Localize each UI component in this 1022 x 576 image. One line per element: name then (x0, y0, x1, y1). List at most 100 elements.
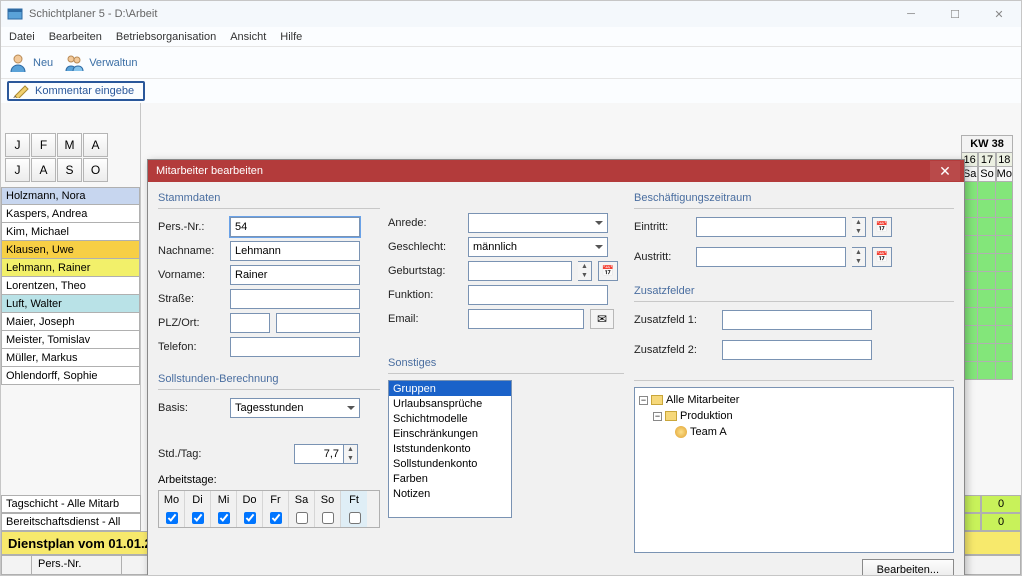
employee-row[interactable]: Lorentzen, Theo (1, 277, 140, 295)
day-checkbox[interactable] (270, 512, 282, 524)
list-item[interactable]: Notizen (389, 486, 511, 501)
tree-root[interactable]: Alle Mitarbeiter (666, 394, 739, 406)
maximize-button[interactable]: ☐ (933, 1, 977, 27)
menu-ansicht[interactable]: Ansicht (230, 31, 266, 43)
employee-row[interactable]: Maier, Joseph (1, 313, 140, 331)
month-m1[interactable]: M (57, 133, 82, 157)
menu-datei[interactable]: Datei (9, 31, 35, 43)
day-checkbox[interactable] (296, 512, 308, 524)
list-item[interactable]: Einschränkungen (389, 426, 511, 441)
day-checkbox[interactable] (322, 512, 334, 524)
email-input[interactable] (468, 309, 584, 329)
calendar-icon[interactable]: 📅 (872, 217, 892, 237)
plan-cell[interactable] (996, 236, 1013, 254)
dialog-close-button[interactable]: ✕ (930, 161, 960, 181)
month-a2[interactable]: A (31, 158, 56, 182)
eintritt-input[interactable] (696, 217, 846, 237)
day-checkbox[interactable] (349, 512, 361, 524)
plan-cell[interactable] (996, 254, 1013, 272)
austritt-spinner[interactable]: ▲▼ (852, 247, 866, 267)
month-s[interactable]: S (57, 158, 82, 182)
plan-cell[interactable] (996, 182, 1013, 200)
employee-row[interactable]: Kim, Michael (1, 223, 140, 241)
plan-cell[interactable] (996, 218, 1013, 236)
plan-cell[interactable] (978, 290, 995, 308)
plan-cell[interactable] (978, 326, 995, 344)
geburtstag-spinner[interactable]: ▲▼ (578, 261, 592, 281)
close-button[interactable]: ✕ (977, 1, 1021, 27)
telefon-input[interactable] (230, 337, 360, 357)
list-item[interactable]: Schichtmodelle (389, 411, 511, 426)
nachname-input[interactable] (230, 241, 360, 261)
month-o[interactable]: O (83, 158, 108, 182)
vorname-input[interactable] (230, 265, 360, 285)
basis-select[interactable]: Tagesstunden (230, 398, 360, 418)
manage-button[interactable]: Verwaltun (63, 52, 137, 74)
plan-cell[interactable] (996, 362, 1013, 380)
plan-cell[interactable] (996, 290, 1013, 308)
sonstiges-listbox[interactable]: GruppenUrlaubsansprücheSchichtmodelleEin… (388, 380, 512, 518)
tree-toggle-icon[interactable]: − (653, 412, 662, 421)
minimize-button[interactable]: ─ (889, 1, 933, 27)
plan-cell[interactable] (996, 308, 1013, 326)
plan-cell[interactable] (978, 272, 995, 290)
employee-row[interactable]: Klausen, Uwe (1, 241, 140, 259)
day-checkbox[interactable] (218, 512, 230, 524)
strasse-input[interactable] (230, 289, 360, 309)
plan-cell[interactable] (996, 344, 1013, 362)
day-checkbox[interactable] (166, 512, 178, 524)
plan-cell[interactable] (978, 362, 995, 380)
persnr-input[interactable] (230, 217, 360, 237)
employee-row[interactable]: Holzmann, Nora (1, 187, 140, 205)
plan-cell[interactable] (978, 218, 995, 236)
stdtag-spinner[interactable]: ▲▼ (344, 444, 358, 464)
employee-row[interactable]: Meister, Tomislav (1, 331, 140, 349)
eintritt-spinner[interactable]: ▲▼ (852, 217, 866, 237)
month-j2[interactable]: J (5, 158, 30, 182)
plz-input[interactable] (230, 313, 270, 333)
menu-betriebsorganisation[interactable]: Betriebsorganisation (116, 31, 216, 43)
employee-row[interactable]: Kaspers, Andrea (1, 205, 140, 223)
list-item[interactable]: Iststundenkonto (389, 441, 511, 456)
geburtstag-input[interactable] (468, 261, 572, 281)
tree-child[interactable]: Produktion (680, 410, 733, 422)
plan-cell[interactable] (996, 272, 1013, 290)
day-checkbox[interactable] (244, 512, 256, 524)
new-button[interactable]: Neu (7, 52, 53, 74)
schedule-row-2[interactable]: Bereitschaftsdienst - All (1, 513, 141, 531)
plan-cell[interactable] (978, 308, 995, 326)
menu-bearbeiten[interactable]: Bearbeiten (49, 31, 102, 43)
employee-row[interactable]: Lehmann, Rainer (1, 259, 140, 277)
month-f[interactable]: F (31, 133, 56, 157)
anrede-select[interactable] (468, 213, 608, 233)
plan-cell[interactable] (978, 182, 995, 200)
ort-input[interactable] (276, 313, 360, 333)
plan-cell[interactable] (978, 236, 995, 254)
tree-toggle-icon[interactable]: − (639, 396, 648, 405)
employee-row[interactable]: Ohlendorff, Sophie (1, 367, 140, 385)
austritt-input[interactable] (696, 247, 846, 267)
plan-cell[interactable] (978, 254, 995, 272)
edit-button[interactable]: Bearbeiten... (862, 559, 954, 575)
list-item[interactable]: Sollstundenkonto (389, 456, 511, 471)
groups-tree[interactable]: −Alle Mitarbeiter −Produktion Team A (634, 387, 954, 553)
schedule-row-1[interactable]: Tagschicht - Alle Mitarb (1, 495, 141, 513)
plan-cell[interactable] (996, 200, 1013, 218)
employee-row[interactable]: Müller, Markus (1, 349, 140, 367)
tree-leaf[interactable]: Team A (690, 426, 727, 438)
send-mail-icon[interactable]: ✉ (590, 309, 614, 329)
menu-hilfe[interactable]: Hilfe (280, 31, 302, 43)
funktion-input[interactable] (468, 285, 608, 305)
zusatz2-input[interactable] (722, 340, 872, 360)
comment-input[interactable]: Kommentar eingebe (7, 81, 145, 101)
stdtag-input[interactable] (294, 444, 344, 464)
list-item[interactable]: Urlaubsansprüche (389, 396, 511, 411)
month-a1[interactable]: A (83, 133, 108, 157)
plan-cell[interactable] (978, 200, 995, 218)
plan-cell[interactable] (996, 326, 1013, 344)
calendar-icon[interactable]: 📅 (872, 247, 892, 267)
month-j1[interactable]: J (5, 133, 30, 157)
list-item[interactable]: Gruppen (389, 381, 511, 396)
geschlecht-select[interactable]: männlich (468, 237, 608, 257)
column-header[interactable] (2, 556, 32, 574)
